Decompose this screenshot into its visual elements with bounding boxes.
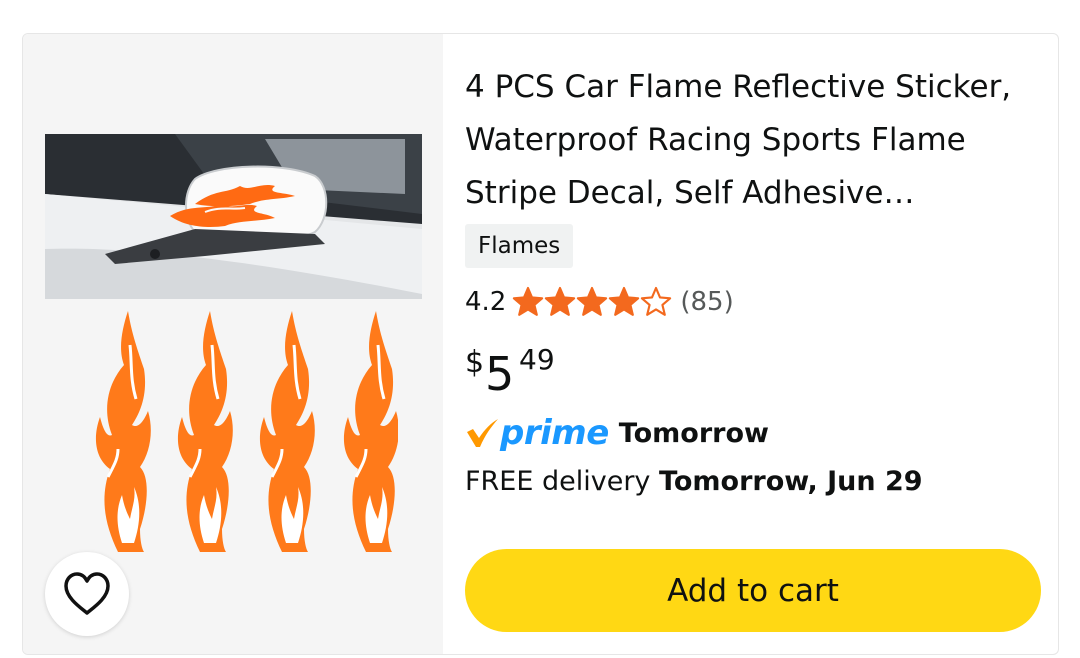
star-icon bbox=[609, 286, 640, 316]
star-icon bbox=[641, 286, 672, 316]
variant-badge: Flames bbox=[465, 224, 574, 268]
delivery-date: Tomorrow, Jun 29 bbox=[659, 466, 923, 497]
car-mirror-photo bbox=[45, 134, 422, 299]
prime-logo: prime bbox=[500, 413, 609, 453]
prime-delivery-badge: prime Tomorrow bbox=[465, 412, 769, 454]
price-symbol: $ bbox=[465, 345, 485, 380]
rating-value: 4.2 bbox=[465, 287, 507, 317]
rating-stars bbox=[512, 286, 672, 318]
star-icon bbox=[513, 286, 544, 316]
rating-count[interactable]: (85) bbox=[680, 287, 733, 317]
prime-delivery-day: Tomorrow bbox=[618, 417, 769, 449]
delivery-prefix: FREE delivery bbox=[465, 466, 651, 497]
prime-check-icon bbox=[467, 419, 498, 447]
product-title[interactable]: 4 PCS Car Flame Reflective Sticker, Wate… bbox=[465, 61, 1045, 220]
add-to-cart-button[interactable]: Add to cart bbox=[465, 549, 1041, 632]
product-image[interactable] bbox=[23, 34, 443, 654]
price-whole: 5 bbox=[485, 347, 515, 401]
price-fraction: 49 bbox=[519, 343, 555, 376]
rating-row[interactable]: 4.2 (85) bbox=[465, 282, 734, 322]
product-card[interactable]: 4 PCS Car Flame Reflective Sticker, Wate… bbox=[22, 33, 1059, 655]
star-icon bbox=[577, 286, 608, 316]
star-icon bbox=[545, 286, 576, 316]
product-info: 4 PCS Car Flame Reflective Sticker, Wate… bbox=[465, 34, 1055, 654]
add-to-favorites-button[interactable] bbox=[45, 552, 129, 636]
delivery-info: FREE delivery Tomorrow, Jun 29 bbox=[465, 466, 923, 497]
heart-outline-icon bbox=[64, 572, 110, 615]
flame-stickers-graphic bbox=[94, 309, 398, 554]
